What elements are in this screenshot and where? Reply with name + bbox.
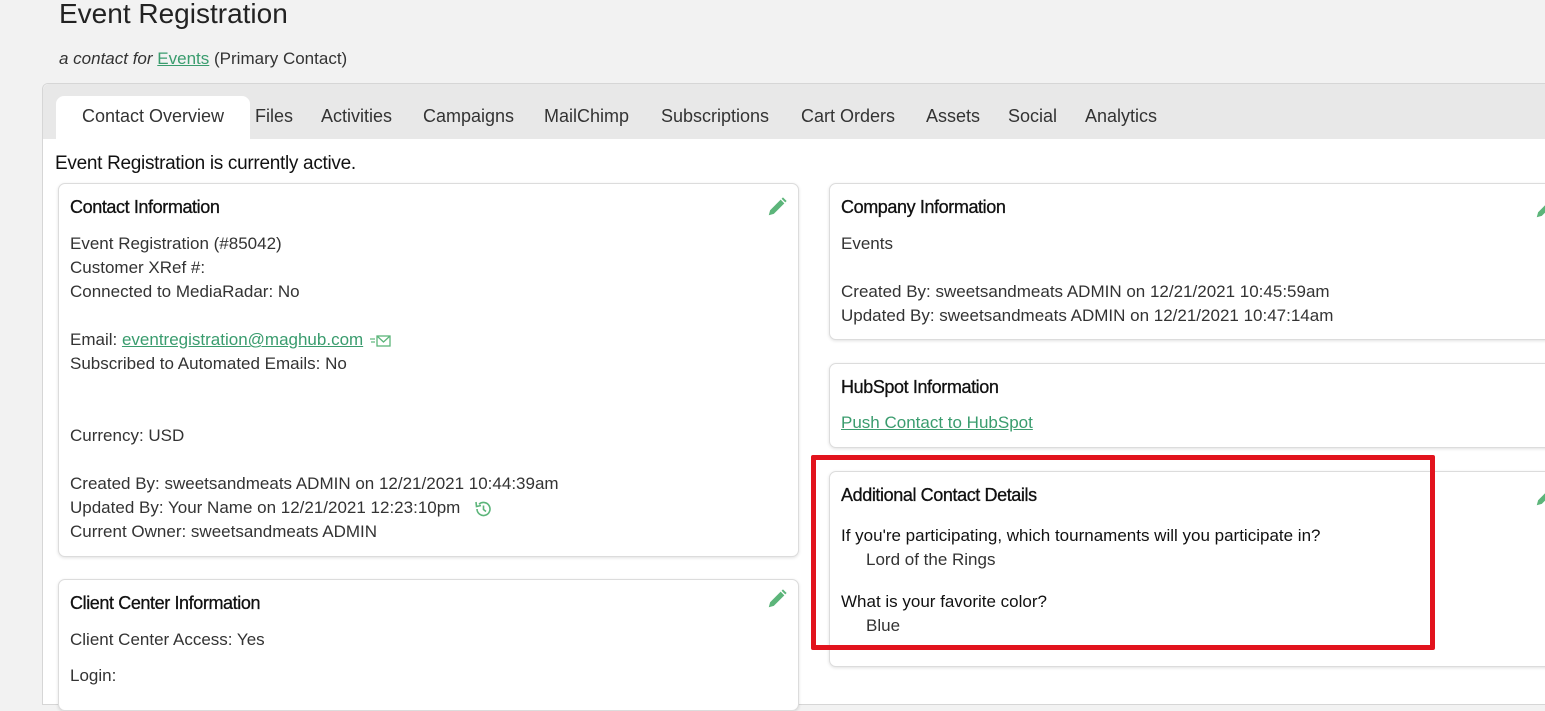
push-to-hubspot-row: Push Contact to HubSpot <box>841 413 1033 433</box>
history-icon[interactable] <box>473 499 493 519</box>
subtitle-suffix: (Primary Contact) <box>214 49 348 68</box>
company-name: Events <box>841 234 893 253</box>
pencil-icon[interactable] <box>766 588 788 610</box>
company-updated-by: Updated By: sweetsandmeats ADMIN on 12/2… <box>841 306 1334 325</box>
tab-activities[interactable]: Activities <box>321 106 392 127</box>
currency: Currency: USD <box>70 426 185 445</box>
subscribed-status: Subscribed to Automated Emails: No <box>70 354 347 373</box>
card-title: Contact Information <box>70 197 220 217</box>
page-title: Event Registration <box>59 0 288 29</box>
question-tournaments: If you're participating, which tournamen… <box>841 526 1321 545</box>
card-title: Company Information <box>841 197 1006 217</box>
updated-by-row: Updated By: Your Name on 12/21/2021 12:2… <box>70 498 493 519</box>
tab-bar: Contact Overview Files Activities Campai… <box>43 84 1545 140</box>
tab-contact-overview[interactable]: Contact Overview <box>56 96 251 140</box>
client-center-access: Client Center Access: Yes <box>70 630 265 649</box>
additional-details-card: Additional Contact Details If you're par… <box>829 471 1545 667</box>
company-link[interactable]: Events <box>157 49 209 68</box>
customer-xref: Customer XRef #: <box>70 258 206 277</box>
company-information-card: Company Information Events Created By: s… <box>829 183 1545 340</box>
current-owner: Current Owner: sweetsandmeats ADMIN <box>70 522 378 541</box>
tab-analytics[interactable]: Analytics <box>1085 106 1157 127</box>
email-icon[interactable] <box>369 334 392 348</box>
pencil-icon[interactable] <box>1534 198 1545 220</box>
question-favorite-color: What is your favorite color? <box>841 592 1047 611</box>
login-label: Login: <box>70 666 117 685</box>
tab-social[interactable]: Social <box>1008 106 1057 127</box>
email-label: Email: <box>70 330 118 349</box>
tab-campaigns[interactable]: Campaigns <box>423 106 514 127</box>
tab-mailchimp[interactable]: MailChimp <box>544 106 629 127</box>
card-title: Additional Contact Details <box>841 485 1037 505</box>
company-created-by: Created By: sweetsandmeats ADMIN on 12/2… <box>841 282 1330 301</box>
created-by: Created By: sweetsandmeats ADMIN on 12/2… <box>70 474 559 493</box>
status-message: Event Registration is currently active. <box>55 153 356 174</box>
email-row: Email: eventregistration@maghub.com <box>70 330 392 350</box>
push-to-hubspot-link[interactable]: Push Contact to HubSpot <box>841 413 1033 432</box>
tab-cart-orders[interactable]: Cart Orders <box>801 106 895 127</box>
answer-tournaments: Lord of the Rings <box>866 550 996 569</box>
tab-files[interactable]: Files <box>255 106 293 127</box>
pencil-icon[interactable] <box>766 196 788 218</box>
client-center-card: Client Center Information Client Center … <box>58 579 799 711</box>
subtitle-prefix: a contact for <box>59 49 153 68</box>
tab-subscriptions[interactable]: Subscriptions <box>661 106 769 127</box>
tab-assets[interactable]: Assets <box>926 106 980 127</box>
card-title: Client Center Information <box>70 593 261 613</box>
contact-name: Event Registration (#85042) <box>70 234 282 253</box>
answer-favorite-color: Blue <box>866 616 901 635</box>
contact-information-card: Contact Information Event Registration (… <box>58 183 799 557</box>
email-link[interactable]: eventregistration@maghub.com <box>122 330 363 349</box>
page-subtitle: a contact for Events (Primary Contact) <box>59 49 347 69</box>
card-title: HubSpot Information <box>841 377 999 397</box>
updated-by: Updated By: Your Name on 12/21/2021 12:2… <box>70 498 461 517</box>
pencil-icon[interactable] <box>1534 486 1545 508</box>
mediaradar-status: Connected to MediaRadar: No <box>70 282 300 301</box>
hubspot-card: HubSpot Information Push Contact to HubS… <box>829 363 1545 448</box>
